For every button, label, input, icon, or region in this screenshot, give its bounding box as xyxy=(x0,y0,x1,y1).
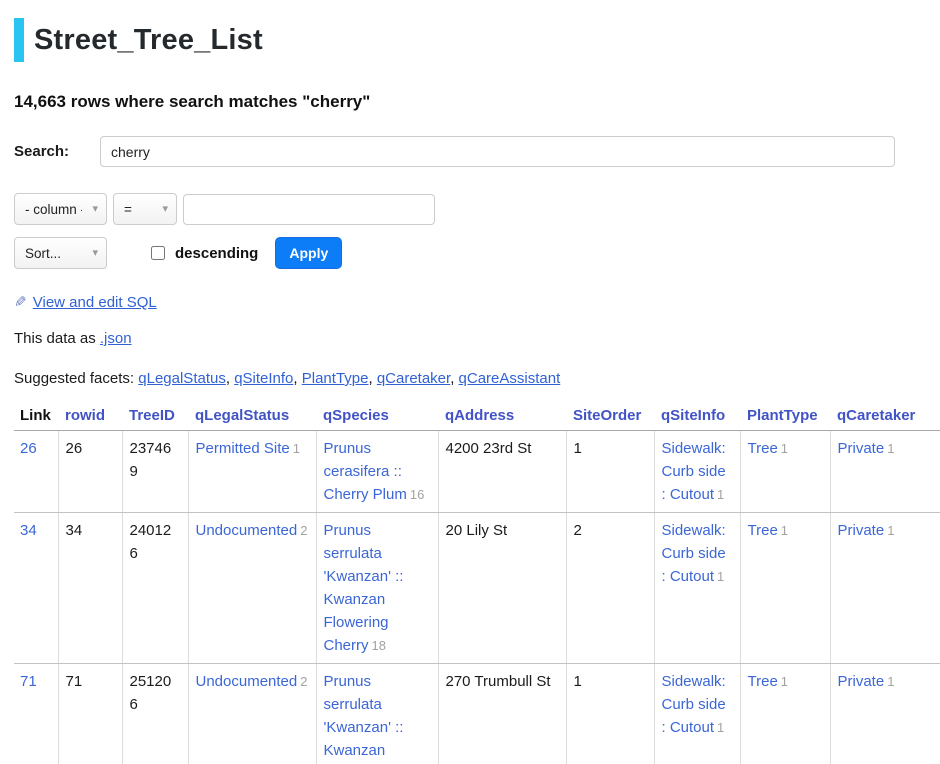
cell-planttype-link[interactable]: Tree xyxy=(748,522,778,539)
facet-item: PlantType xyxy=(302,370,377,387)
column-header-qlegalstatus: qLegalStatus xyxy=(188,405,316,431)
facet-link-qsiteinfo[interactable]: qSiteInfo xyxy=(234,370,293,387)
column-header-qcaretaker: qCaretaker xyxy=(830,405,940,431)
facet-count: 1 xyxy=(781,523,788,538)
cell-siteorder: 1 xyxy=(574,440,582,457)
facet-link-qlegalstatus[interactable]: qLegalStatus xyxy=(138,370,226,387)
export-row: This data as .json xyxy=(14,330,940,347)
cell-rowid: 26 xyxy=(66,440,83,457)
cell-qspecies-link[interactable]: Prunus serrulata 'Kwanzan' :: Kwanzan Fl… xyxy=(324,522,404,654)
column-header-link: Link xyxy=(14,405,58,431)
cell-treeid: 251206 xyxy=(130,673,172,713)
facet-item: qLegalStatus xyxy=(138,370,234,387)
cell-rowid: 34 xyxy=(66,522,83,539)
cell-qlegalstatus-link[interactable]: Permitted Site xyxy=(196,440,290,457)
cell-planttype-link[interactable]: Tree xyxy=(748,673,778,690)
filter-row: - column - ▾ = ▾ xyxy=(14,193,940,225)
data-as-label: This data as xyxy=(14,330,96,347)
cell-qcaretaker-link[interactable]: Private xyxy=(838,673,885,690)
facet-count: 1 xyxy=(887,674,894,689)
table-row: 71 71 251206 Undocumented2 Prunus serrul… xyxy=(14,664,940,764)
row-link[interactable]: 71 xyxy=(20,673,37,690)
search-row: Search: xyxy=(14,136,940,167)
facet-count: 1 xyxy=(717,487,724,502)
facet-count: 1 xyxy=(293,441,300,456)
cell-qaddress: 4200 23rd St xyxy=(446,440,532,457)
cell-treeid: 237469 xyxy=(130,440,172,480)
table-row: 34 34 240126 Undocumented2 Prunus serrul… xyxy=(14,513,940,664)
cell-siteorder: 1 xyxy=(574,673,582,690)
descending-label: descending xyxy=(175,245,258,262)
sort-select[interactable]: Sort... xyxy=(14,237,107,269)
table-row: 26 26 237469 Permitted Site1 Prunus cera… xyxy=(14,431,940,513)
facet-count: 2 xyxy=(300,674,307,689)
facet-count: 1 xyxy=(781,441,788,456)
column-header-planttype: PlantType xyxy=(740,405,830,431)
page-title: Street_Tree_List xyxy=(14,18,940,62)
facet-count: 1 xyxy=(717,720,724,735)
apply-button[interactable]: Apply xyxy=(275,237,342,269)
pencil-icon: ✎ xyxy=(14,293,27,311)
cell-qcaretaker-link[interactable]: Private xyxy=(838,440,885,457)
column-select[interactable]: - column - xyxy=(14,193,107,225)
cell-rowid: 71 xyxy=(66,673,83,690)
cell-qaddress: 270 Trumbull St xyxy=(446,673,551,690)
facet-item: qCaretaker xyxy=(377,370,459,387)
facet-link-planttype[interactable]: PlantType xyxy=(302,370,369,387)
descending-checkbox[interactable] xyxy=(151,246,165,260)
facets-prefix: Suggested facets: xyxy=(14,370,134,387)
filter-value-input[interactable] xyxy=(183,194,435,225)
row-count-summary: 14,663 rows where search matches "cherry… xyxy=(14,92,940,112)
cell-qlegalstatus-link[interactable]: Undocumented xyxy=(196,522,298,539)
cell-qspecies-link[interactable]: Prunus cerasifera :: Cherry Plum xyxy=(324,440,407,503)
search-input[interactable] xyxy=(100,136,895,167)
facet-link-qcareassistant[interactable]: qCareAssistant xyxy=(459,370,561,387)
sort-row: Sort... ▾ descending Apply xyxy=(14,237,940,269)
facet-count: 16 xyxy=(410,487,424,502)
cell-qcaretaker-link[interactable]: Private xyxy=(838,522,885,539)
sql-link-row: ✎ View and edit SQL xyxy=(14,293,940,311)
json-export-link[interactable]: .json xyxy=(100,330,132,347)
results-table: Link rowid TreeID qLegalStatus qSpecies … xyxy=(14,405,940,764)
operator-select[interactable]: = xyxy=(113,193,177,225)
facet-count: 2 xyxy=(300,523,307,538)
cell-planttype-link[interactable]: Tree xyxy=(748,440,778,457)
facet-count: 1 xyxy=(781,674,788,689)
cell-qspecies-link[interactable]: Prunus serrulata 'Kwanzan' :: Kwanzan Fl… xyxy=(324,673,404,764)
column-header-treeid: TreeID xyxy=(122,405,188,431)
facet-item: qSiteInfo xyxy=(234,370,302,387)
facet-count: 18 xyxy=(372,638,386,653)
facet-count: 1 xyxy=(717,569,724,584)
column-header-siteorder: SiteOrder xyxy=(566,405,654,431)
page: Street_Tree_List 14,663 rows where searc… xyxy=(0,18,940,764)
column-header-rowid: rowid xyxy=(58,405,122,431)
facet-link-qcaretaker[interactable]: qCaretaker xyxy=(377,370,450,387)
column-header-qaddress: qAddress xyxy=(438,405,566,431)
cell-siteorder: 2 xyxy=(574,522,582,539)
cell-treeid: 240126 xyxy=(130,522,172,562)
view-edit-sql-link[interactable]: View and edit SQL xyxy=(33,294,157,311)
cell-qaddress: 20 Lily St xyxy=(446,522,508,539)
facet-count: 1 xyxy=(887,441,894,456)
column-header-qspecies: qSpecies xyxy=(316,405,438,431)
facet-item: qCareAssistant xyxy=(459,370,561,387)
search-label: Search: xyxy=(14,143,100,160)
column-header-qsiteinfo: qSiteInfo xyxy=(654,405,740,431)
facet-count: 1 xyxy=(887,523,894,538)
suggested-facets-row: Suggested facets: qLegalStatus qSiteInfo P… xyxy=(14,370,940,387)
table-header-row: Link rowid TreeID qLegalStatus qSpecies … xyxy=(14,405,940,431)
row-link[interactable]: 26 xyxy=(20,440,37,457)
cell-qlegalstatus-link[interactable]: Undocumented xyxy=(196,673,298,690)
row-link[interactable]: 34 xyxy=(20,522,37,539)
